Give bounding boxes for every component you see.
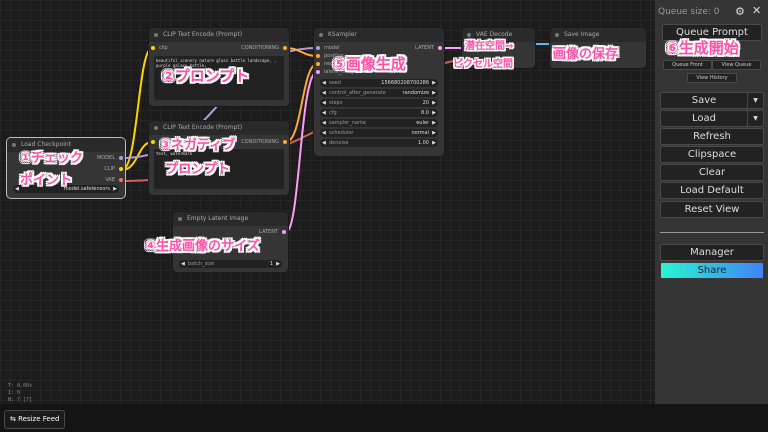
annotation-checkpoint: ①チェック ポイント — [20, 151, 84, 188]
right-arrow-icon[interactable]: ▶ — [432, 129, 436, 137]
right-arrow-icon[interactable]: ▶ — [432, 79, 436, 87]
bottom-bar: ⇆ Resize Feed — [0, 404, 768, 432]
side-menu: Queue size: 0 ⚙ ✕ Queue Prompt Queue Fro… — [655, 0, 768, 404]
node-title: CLIP Text Encode (Prompt) — [163, 124, 243, 131]
pin-model-in[interactable] — [316, 46, 320, 50]
left-arrow-icon[interactable]: ◀ — [181, 260, 185, 268]
left-arrow-icon[interactable]: ◀ — [322, 99, 326, 107]
chevron-down-icon[interactable]: ▼ — [747, 110, 764, 127]
right-arrow-icon[interactable]: ▶ — [432, 99, 436, 107]
annotation-save: 画像の保存 — [553, 47, 619, 62]
output-clip: CLIP — [104, 166, 115, 172]
pin-conditioning-out[interactable] — [283, 140, 287, 144]
left-arrow-icon[interactable]: ◀ — [15, 185, 19, 193]
right-arrow-icon[interactable]: ▶ — [432, 109, 436, 117]
manager-button[interactable]: Manager — [660, 244, 764, 261]
clear-button[interactable]: Clear — [660, 164, 764, 181]
wire-latent-image — [285, 71, 318, 233]
pin-clip-in[interactable] — [151, 140, 155, 144]
right-arrow-icon[interactable]: ▶ — [113, 185, 117, 193]
left-arrow-icon[interactable]: ◀ — [322, 119, 326, 127]
annotation-prompt: ②プロンプト — [162, 67, 250, 85]
queue-front-button[interactable]: Queue Front — [663, 60, 712, 70]
close-icon[interactable]: ✕ — [752, 4, 761, 17]
scheduler-widget[interactable]: ◀ scheduler normal ▶ — [320, 129, 438, 137]
right-arrow-icon[interactable]: ▶ — [432, 89, 436, 97]
load-button[interactable]: Load — [660, 110, 748, 127]
node-title: Empty Latent Image — [187, 215, 249, 222]
left-arrow-icon[interactable]: ◀ — [322, 79, 326, 87]
denoise-widget[interactable]: ◀ denoise 1.00 ▶ — [320, 139, 438, 147]
steps-widget[interactable]: ◀ steps 20 ▶ — [320, 99, 438, 107]
right-arrow-icon[interactable]: ▶ — [432, 119, 436, 127]
clipspace-button[interactable]: Clipspace — [660, 146, 764, 163]
output-model: MODEL — [96, 155, 115, 161]
pin-negative-in[interactable] — [316, 62, 320, 66]
output-conditioning: CONDITIONING — [241, 139, 279, 145]
input-model: model — [324, 45, 340, 51]
wire-clip-to-pos — [121, 47, 153, 171]
sampler-name-widget[interactable]: ◀ sampler_name euler ▶ — [320, 119, 438, 127]
left-arrow-icon[interactable]: ◀ — [322, 109, 326, 117]
view-queue-button[interactable]: View Queue — [712, 60, 761, 70]
annotation-negative-prompt: ③ネガティブ プロンプト — [160, 138, 236, 177]
left-arrow-icon[interactable]: ◀ — [322, 129, 326, 137]
right-arrow-icon[interactable]: ▶ — [432, 139, 436, 147]
node-title: Load Checkpoint — [21, 141, 72, 148]
node-title: Save Image — [564, 31, 600, 38]
share-button[interactable]: Share — [660, 262, 764, 279]
refresh-button[interactable]: Refresh — [660, 128, 764, 145]
pin-conditioning-out[interactable] — [283, 46, 287, 50]
output-conditioning: CONDITIONING — [241, 45, 279, 51]
gear-icon[interactable]: ⚙ — [735, 5, 745, 18]
stat-iterations: I: 0 — [8, 390, 21, 396]
output-vae: VAE — [105, 177, 115, 183]
annotation-generate: ⑤画像生成 — [333, 55, 406, 73]
annotation-decode-line2: ピクセル空間 — [453, 59, 513, 70]
node-title: CLIP Text Encode (Prompt) — [163, 31, 243, 38]
node-title: KSampler — [328, 31, 357, 38]
stat-nodes: N: 7 [7] — [8, 397, 33, 403]
annotation-latent-size: ④生成画像のサイズ — [145, 239, 260, 254]
seed-widget[interactable]: ◀ seed 156680208700286 ▶ — [320, 79, 438, 87]
cfg-widget[interactable]: ◀ cfg 8.0 ▶ — [320, 109, 438, 117]
pin-latent-out[interactable] — [282, 230, 286, 234]
render-stats: T: 0.00s I: 0 N: 7 [7] — [8, 383, 32, 404]
output-latent: LATENT — [415, 45, 434, 51]
batch-size-widget[interactable]: ◀ batch_size 1 ▶ — [179, 260, 282, 268]
input-clip: clip — [159, 45, 168, 51]
pin-clip[interactable] — [119, 167, 123, 171]
pin-positive-in[interactable] — [316, 54, 320, 58]
view-history-button[interactable]: View History — [687, 73, 737, 83]
pin-latent-in[interactable] — [316, 70, 320, 74]
pin-clip-in[interactable] — [151, 46, 155, 50]
load-default-button[interactable]: Load Default — [660, 182, 764, 199]
control-after-generate-widget[interactable]: ◀ control_after_generate randomize ▶ — [320, 89, 438, 97]
divider — [660, 232, 764, 233]
stat-time: T: 0.00s — [8, 383, 33, 389]
pin-vae[interactable] — [119, 178, 123, 182]
annotation-start: ⑥生成開始 — [666, 39, 739, 57]
right-arrow-icon[interactable]: ▶ — [276, 260, 280, 268]
left-arrow-icon[interactable]: ◀ — [322, 139, 326, 147]
annotation-decode-line1: 潜在空間→ — [465, 41, 514, 52]
graph-canvas[interactable]: Load Checkpoint MODEL CLIP VAE ◀ model.s… — [0, 0, 655, 404]
left-arrow-icon[interactable]: ◀ — [322, 89, 326, 97]
pin-model[interactable] — [119, 156, 123, 160]
save-button[interactable]: Save — [660, 92, 748, 109]
queue-size-label: Queue size: 0 — [658, 7, 720, 17]
node-ksampler[interactable]: KSampler model positive negative latent_… — [314, 28, 444, 156]
output-latent: LATENT — [259, 229, 278, 235]
resize-feed-button[interactable]: ⇆ Resize Feed — [4, 410, 66, 429]
pin-latent-out[interactable] — [438, 46, 442, 50]
reset-view-button[interactable]: Reset View — [660, 201, 764, 218]
chevron-down-icon[interactable]: ▼ — [747, 92, 764, 109]
